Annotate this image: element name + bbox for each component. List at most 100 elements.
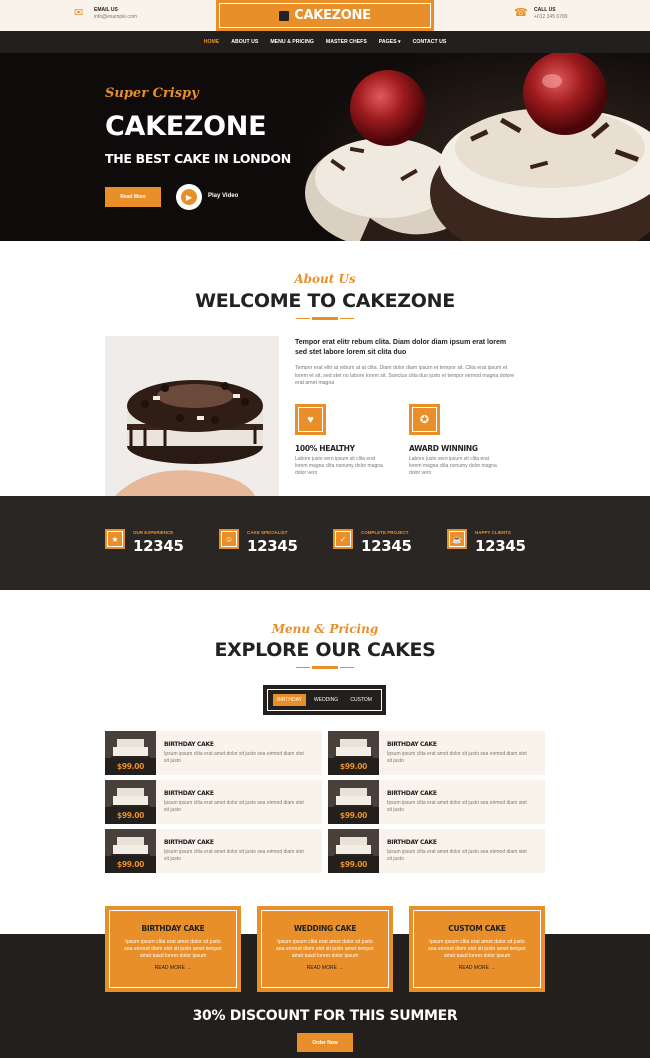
offer-card-desc: Ipsum ipsum clita erat amet dolor sit ju… — [428, 939, 526, 959]
feature-title: 100% HEALTHY — [295, 444, 355, 453]
tab-wedding[interactable]: WEDDING — [310, 694, 342, 706]
read-more-link[interactable]: READ MORE → — [414, 965, 540, 971]
main-nav: HOME ABOUT US MENU & PRICING MASTER CHEF… — [0, 31, 650, 53]
call-value: +012 345 6789 — [534, 14, 568, 20]
menu-item[interactable]: $99.00 BIRTHDAY CAKE Ipsum ipsum clita era… — [105, 829, 322, 873]
logo[interactable]: CAKEZONE — [216, 0, 434, 31]
logo-text: CAKEZONE — [294, 8, 371, 23]
menu-item-name: BIRTHDAY CAKE — [387, 790, 437, 797]
call-contact[interactable]: ☎ CALL US +012 345 6789 — [514, 7, 568, 21]
menu-item-price: $99.00 — [105, 807, 156, 824]
nav-item-contact[interactable]: CONTACT US — [413, 39, 447, 45]
menu-subtitle: Menu & Pricing — [271, 622, 379, 636]
top-bar: ✉ EMAIL US info@example.com CAKEZONE ☎ C… — [0, 0, 650, 31]
menu-item-desc: Ipsum ipsum clita erat amet dolor sit ju… — [387, 849, 527, 862]
play-video-label[interactable]: Play Video — [208, 193, 238, 199]
feature-desc: Labore justo vero ipsum sit clita erat l… — [409, 456, 497, 476]
about-text: Tempor erat elitr rebum clita. Diam dolo… — [295, 338, 515, 388]
menu-item-price: $99.00 — [328, 856, 379, 873]
about-cake-image — [105, 336, 279, 496]
menu-item[interactable]: $99.00 BIRTHDAY CAKE Ipsum ipsum clita era… — [328, 731, 545, 775]
nav-item-chefs[interactable]: MASTER CHEFS — [326, 39, 367, 45]
hero-tagline: THE BEST CAKE IN LONDON — [105, 151, 291, 166]
cake-icon — [279, 10, 290, 21]
menu-item-desc: Ipsum ipsum clita erat amet dolor sit ju… — [387, 800, 527, 813]
menu-divider — [296, 666, 354, 669]
menu-item[interactable]: $99.00 BIRTHDAY CAKE Ipsum ipsum clita era… — [328, 829, 545, 873]
tab-custom[interactable]: CUSTOM — [346, 694, 376, 706]
heart-icon: ♥ — [307, 413, 314, 426]
email-label: EMAIL US — [94, 7, 118, 13]
read-more-link[interactable]: READ MORE → — [262, 965, 388, 971]
read-more-link[interactable]: READ MORE → — [110, 965, 236, 971]
nav-item-pages[interactable]: PAGES ▾ — [379, 39, 401, 45]
about-divider — [296, 317, 354, 320]
menu-item-price: $99.00 — [328, 807, 379, 824]
hero-subtitle: Super Crispy — [105, 86, 199, 101]
menu-item-name: BIRTHDAY CAKE — [164, 790, 214, 797]
nav-item-about[interactable]: ABOUT US — [231, 39, 258, 45]
menu-item-price: $99.00 — [328, 758, 379, 775]
menu-title: EXPLORE OUR CAKES — [214, 639, 436, 661]
stat-value: 12345 — [361, 537, 412, 555]
stat-value: 12345 — [133, 537, 184, 555]
call-label: CALL US — [534, 7, 556, 13]
nav-item-home[interactable]: HOME — [204, 39, 220, 45]
menu-item-desc: Ipsum ipsum clita erat amet dolor sit ju… — [164, 751, 304, 764]
play-icon: ▶ — [185, 192, 193, 202]
offer-card-desc: Ipsum ipsum clita erat amet dolor sit ju… — [124, 939, 222, 959]
menu-item[interactable]: $99.00 BIRTHDAY CAKE Ipsum ipsum clita era… — [328, 780, 545, 824]
order-now-button[interactable]: Order Now — [297, 1033, 353, 1052]
stat-value: 12345 — [475, 537, 526, 555]
offer-card-desc: Ipsum ipsum clita erat amet dolor sit ju… — [276, 939, 374, 959]
menu-item-image: $99.00 — [328, 780, 379, 824]
offer-card-custom[interactable]: CUSTOM CAKE Ipsum ipsum clita erat amet … — [409, 906, 545, 992]
email-contact[interactable]: ✉ EMAIL US info@example.com — [74, 7, 137, 21]
hero-title: CAKEZONE — [105, 111, 267, 142]
stat-specialist: ☺ CAKE SPECIALIST 12345 — [219, 529, 298, 555]
menu-item-image: $99.00 — [328, 829, 379, 873]
stat-label: CAKE SPECIALIST — [247, 530, 288, 535]
email-value: info@example.com — [94, 14, 137, 20]
stat-label: OUR EXPERIENCE — [133, 530, 174, 535]
menu-item[interactable]: $99.00 BIRTHDAY CAKE Ipsum ipsum clita era… — [105, 731, 322, 775]
offer-card-birthday[interactable]: BIRTHDAY CAKE Ipsum ipsum clita erat ame… — [105, 906, 241, 992]
play-video-button[interactable]: ▶ — [176, 184, 202, 210]
stats-section: ★ OUR EXPERIENCE 12345 ☺ CAKE SPECIALIST… — [0, 496, 650, 590]
offer-card-title: BIRTHDAY CAKE — [141, 924, 205, 933]
about-title: WELCOME TO CAKEZONE — [195, 290, 455, 312]
offer-card-title: CUSTOM CAKE — [448, 924, 506, 933]
about-lead: Tempor erat elitr rebum clita. Diam dolo… — [295, 339, 507, 356]
discount-heading: 30% DISCOUNT FOR THIS SUMMER — [192, 1008, 458, 1024]
phone-icon: ☎ — [514, 7, 528, 19]
menu-tabs: BIRTHDAY WEDDING CUSTOM — [263, 685, 386, 715]
users-icon: ☺ — [224, 534, 234, 544]
menu-item-image: $99.00 — [105, 829, 156, 873]
stat-label: COMPLETE PROJECT — [361, 530, 409, 535]
feature-healthy: ♥ 100% HEALTHY Labore justo vero ipsum s… — [295, 404, 405, 477]
menu-item-name: BIRTHDAY CAKE — [164, 741, 214, 748]
hero-cake-image — [290, 53, 650, 241]
menu-item-price: $99.00 — [105, 758, 156, 775]
menu-item-name: BIRTHDAY CAKE — [387, 741, 437, 748]
menu-item-desc: Ipsum ipsum clita erat amet dolor sit ju… — [164, 849, 304, 862]
menu-item-image: $99.00 — [105, 731, 156, 775]
menu-item-desc: Ipsum ipsum clita erat amet dolor sit ju… — [387, 751, 527, 764]
stat-projects: ✓ COMPLETE PROJECT 12345 — [333, 529, 412, 555]
award-icon: ✪ — [419, 414, 430, 426]
mug-icon: ☕ — [452, 534, 462, 544]
offer-card-title: WEDDING CAKE — [293, 924, 357, 933]
menu-item[interactable]: $99.00 BIRTHDAY CAKE Ipsum ipsum clita era… — [105, 780, 322, 824]
stat-clients: ☕ HAPPY CLIENTS 12345 — [447, 529, 526, 555]
star-icon: ★ — [111, 534, 119, 544]
envelope-icon: ✉ — [74, 7, 84, 19]
offer-card-wedding[interactable]: WEDDING CAKE Ipsum ipsum clita erat amet… — [257, 906, 393, 992]
read-more-button[interactable]: Read More — [105, 187, 161, 207]
menu-item-name: BIRTHDAY CAKE — [164, 839, 214, 846]
menu-item-name: BIRTHDAY CAKE — [387, 839, 437, 846]
feature-award: ✪ AWARD WINNING Labore justo vero ipsum … — [409, 404, 519, 477]
feature-title: AWARD WINNING — [409, 444, 478, 453]
tab-birthday[interactable]: BIRTHDAY — [273, 694, 306, 706]
nav-item-menu[interactable]: MENU & PRICING — [270, 39, 314, 45]
about-subtitle: About Us — [294, 272, 356, 286]
